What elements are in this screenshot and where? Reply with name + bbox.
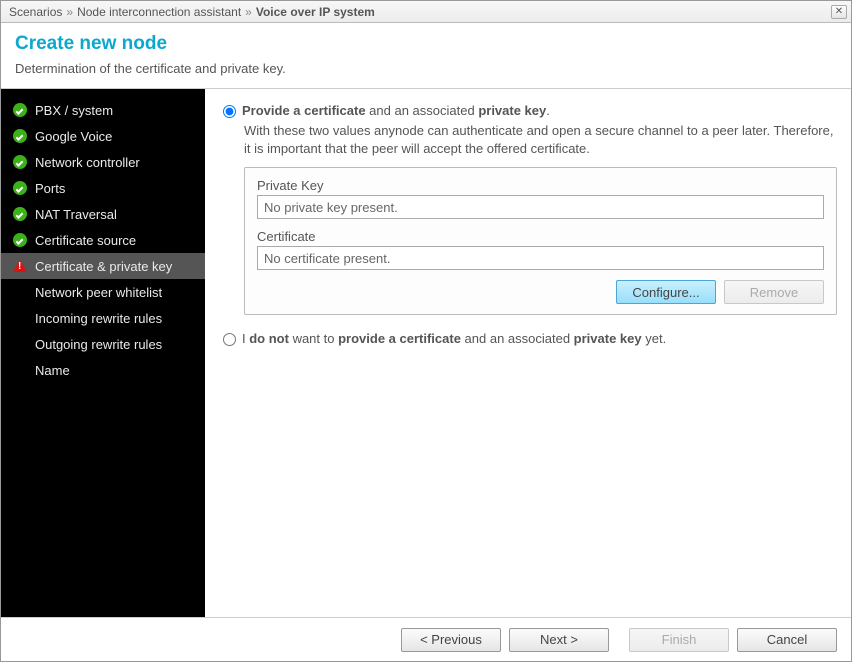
sidebar-item-incoming[interactable]: Incoming rewrite rules: [1, 305, 205, 331]
sidebar-item-google-voice[interactable]: Google Voice: [1, 123, 205, 149]
breadcrumb-sep-1: »: [66, 5, 73, 19]
sidebar-item-cert-source[interactable]: Certificate source: [1, 227, 205, 253]
cancel-button[interactable]: Cancel: [737, 628, 837, 652]
option-skip-cert-radio[interactable]: [223, 333, 236, 346]
check-icon: [13, 103, 27, 117]
check-icon: [13, 207, 27, 221]
cert-fieldset: Private Key Certificate Configure... Rem…: [244, 167, 837, 315]
sidebar-item-network-ctrl[interactable]: Network controller: [1, 149, 205, 175]
sidebar-item-pbx[interactable]: PBX / system: [1, 97, 205, 123]
private-key-field[interactable]: [257, 195, 824, 219]
finish-button: Finish: [629, 628, 729, 652]
option-skip-cert-label: I do not want to provide a certificate a…: [242, 331, 666, 346]
sidebar-item-outgoing[interactable]: Outgoing rewrite rules: [1, 331, 205, 357]
wizard-step-list: PBX / system Google Voice Network contro…: [1, 89, 205, 617]
configure-button[interactable]: Configure...: [616, 280, 716, 304]
option-skip-cert[interactable]: I do not want to provide a certificate a…: [223, 331, 837, 346]
warning-icon: [13, 260, 27, 272]
option-provide-cert-label: Provide a certificate and an associated …: [242, 103, 550, 118]
sidebar-item-cert-key[interactable]: Certificate & private key: [1, 253, 205, 279]
check-icon: [13, 233, 27, 247]
title-bar: Scenarios » Node interconnection assista…: [1, 1, 851, 23]
page-header: Create new node Determination of the cer…: [1, 23, 851, 89]
sidebar-item-name[interactable]: Name: [1, 357, 205, 383]
page-subtitle: Determination of the certificate and pri…: [15, 61, 837, 76]
certificate-field[interactable]: [257, 246, 824, 270]
remove-button: Remove: [724, 280, 824, 304]
sidebar-item-nat-traversal[interactable]: NAT Traversal: [1, 201, 205, 227]
dialog-body: PBX / system Google Voice Network contro…: [1, 89, 851, 617]
private-key-label: Private Key: [257, 178, 824, 193]
content-area: Provide a certificate and an associated …: [205, 89, 851, 617]
dialog-window: Scenarios » Node interconnection assista…: [0, 0, 852, 662]
sidebar-item-network-peer[interactable]: Network peer whitelist: [1, 279, 205, 305]
next-button[interactable]: Next >: [509, 628, 609, 652]
option-provide-cert[interactable]: Provide a certificate and an associated …: [223, 103, 837, 118]
dialog-footer: < Previous Next > Finish Cancel: [1, 617, 851, 661]
check-icon: [13, 181, 27, 195]
close-icon[interactable]: ✕: [831, 5, 847, 19]
breadcrumb-2[interactable]: Node interconnection assistant: [77, 5, 241, 19]
certificate-label: Certificate: [257, 229, 824, 244]
option-provide-cert-description: With these two values anynode can authen…: [244, 122, 837, 157]
option-provide-cert-radio[interactable]: [223, 105, 236, 118]
breadcrumb-sep-2: »: [245, 5, 252, 19]
previous-button[interactable]: < Previous: [401, 628, 501, 652]
breadcrumb-3: Voice over IP system: [256, 5, 375, 19]
page-title: Create new node: [15, 33, 837, 55]
check-icon: [13, 155, 27, 169]
check-icon: [13, 129, 27, 143]
sidebar-item-ports[interactable]: Ports: [1, 175, 205, 201]
breadcrumb-1[interactable]: Scenarios: [9, 5, 62, 19]
